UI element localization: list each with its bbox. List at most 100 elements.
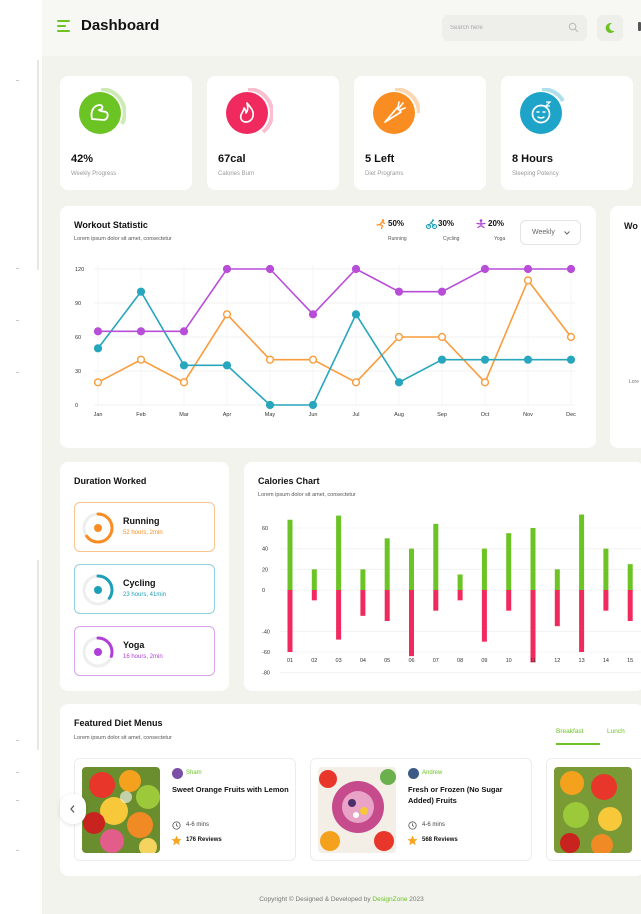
hamburger-menu-icon[interactable] [57, 20, 70, 32]
tab-breakfast[interactable]: Breakfast [556, 728, 583, 735]
data-point [437, 332, 447, 342]
running-icon [82, 512, 114, 544]
calories-chart-card: Calories Chart Lorem ipsum dolor sit ame… [244, 462, 641, 691]
bar-negative [603, 590, 609, 611]
data-point [351, 264, 361, 274]
bar-negative [506, 590, 512, 611]
workout-side-card: Wo Lore [610, 206, 641, 448]
x-tick-label: May [265, 412, 276, 418]
data-point [351, 310, 361, 319]
data-point [136, 327, 146, 336]
bar-negative [360, 590, 366, 616]
bar-negative [311, 590, 317, 601]
data-point [265, 355, 275, 364]
footer-copyright: Copyright © Designed & Developed by [259, 896, 371, 903]
data-point [179, 378, 189, 387]
diet-menu-card[interactable]: Sham Sweet Orange Fruits with Lemon 4-6 … [74, 758, 296, 861]
menu-prep-time: 4-6 mins [186, 822, 210, 828]
top-bar: Dashboard [42, 0, 641, 56]
stat-card-sleeping: 8 Hours Sleeping Potency [501, 76, 633, 190]
diet-menu-card[interactable] [546, 758, 641, 861]
bar-positive [433, 523, 439, 590]
data-point [265, 400, 275, 410]
x-tick-label: 11 [530, 658, 536, 664]
carousel-prev-button[interactable] [60, 794, 86, 824]
sidebar-divider [37, 60, 39, 270]
bar-positive [457, 574, 463, 590]
footer-brand-link[interactable]: DesignZone [372, 896, 407, 903]
x-tick-label: 12 [554, 658, 560, 664]
x-tick-label: 14 [603, 658, 609, 664]
tab-lunch[interactable]: Lunch [607, 728, 625, 735]
x-tick-label: 08 [457, 658, 463, 664]
stat-label: Diet Programs [365, 171, 404, 177]
y-tick-label: 20 [262, 567, 268, 573]
activity-yoga[interactable]: Yoga 16 hours, 2min [74, 626, 215, 676]
featured-diet-menus-card: Featured Diet Menus Lorem ipsum dolor si… [60, 704, 641, 876]
menu-dish-name[interactable]: Sweet Orange Fruits with Lemon [172, 784, 290, 795]
arm-muscle-icon [79, 88, 126, 134]
activity-duration: 23 hours, 41min [123, 592, 167, 598]
bar-positive [530, 528, 536, 590]
stat-value: 42% [71, 153, 94, 165]
x-tick-label: Nov [523, 412, 533, 418]
bar-positive [384, 538, 390, 590]
duration-worked-card: Duration Worked Running 52 hours, 2min Cyc… [60, 462, 229, 691]
data-point [222, 361, 232, 370]
data-point [93, 344, 103, 353]
activity-name: Yoga [123, 640, 145, 650]
x-tick-label: 13 [579, 658, 585, 664]
x-tick-label: Sep [437, 412, 447, 418]
x-tick-label: 03 [336, 658, 342, 664]
sidebar-tick [16, 372, 19, 373]
y-tick-label: 0 [262, 588, 265, 594]
data-point [93, 378, 103, 387]
bar-negative [409, 590, 414, 657]
y-tick-label: 60 [262, 526, 268, 532]
sidebar-tick [16, 800, 19, 801]
bar-negative [287, 590, 293, 652]
bar-negative [457, 590, 463, 601]
menu-dish-name[interactable]: Fresh or Frozen (No Sugar Added) Fruits [408, 784, 526, 806]
search-box[interactable] [442, 15, 587, 41]
dark-mode-toggle[interactable] [597, 15, 623, 41]
y-tick-label: -40 [262, 629, 270, 635]
sidebar-strip [0, 0, 42, 914]
activity-name: Cycling [123, 578, 156, 588]
data-point [437, 287, 447, 296]
data-point [480, 355, 490, 364]
data-point [308, 355, 318, 364]
stat-card-diet-programs: 5 Left Diet Programs [354, 76, 486, 190]
stat-value: 67cal [218, 153, 246, 165]
chevron-left-icon [70, 805, 75, 813]
x-tick-label: Oct [481, 412, 490, 418]
clock-icon [172, 821, 181, 830]
activity-cycling[interactable]: Cycling 23 hours, 41min [74, 564, 215, 614]
footer-year: 2023 [409, 896, 424, 903]
bar-positive [627, 564, 633, 590]
moon-icon [605, 23, 615, 34]
data-point [222, 310, 232, 319]
avatar [172, 768, 183, 779]
sidebar-tick [16, 772, 19, 773]
diet-menu-card[interactable]: Andrew Fresh or Frozen (No Sugar Added) … [310, 758, 532, 861]
carrot-icon [373, 88, 420, 134]
bar-negative [530, 590, 536, 663]
stat-label: Weekly Progress [71, 171, 117, 177]
x-tick-label: Dec [566, 412, 576, 418]
stat-value: 8 Hours [512, 153, 553, 165]
search-icon[interactable] [568, 22, 579, 33]
card-title: Featured Diet Menus [74, 718, 163, 728]
x-tick-label: 01 [287, 658, 293, 664]
x-tick-label: 05 [384, 658, 390, 664]
sidebar-divider [37, 560, 39, 750]
search-input[interactable] [450, 20, 560, 36]
data-point [480, 378, 490, 387]
fruit-bowl-image [554, 767, 632, 853]
activity-running[interactable]: Running 52 hours, 2min [74, 502, 215, 552]
bar-negative [554, 590, 560, 627]
data-point [179, 327, 189, 336]
x-tick-label: Aug [394, 412, 404, 418]
y-tick-label: 60 [75, 335, 81, 341]
footer: Copyright © Designed & Developed by Desi… [42, 896, 641, 903]
